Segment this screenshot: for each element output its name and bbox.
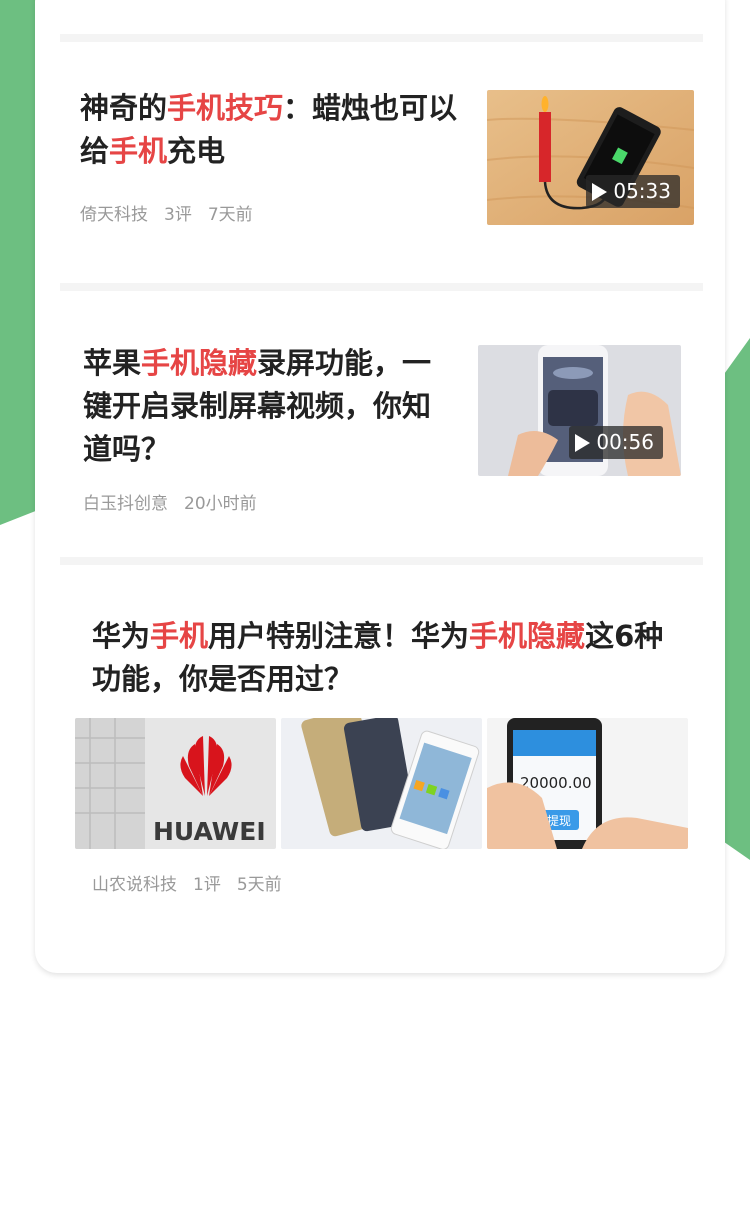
- divider: [60, 557, 703, 565]
- article-meta: 倚天科技 3评 7天前: [80, 200, 269, 225]
- news-feed-card: 神奇的手机技巧：蜡烛也可以给手机充电 倚天科技 3评 7天前 05:33 苹果手…: [35, 0, 725, 973]
- video-duration: 00:56: [596, 430, 654, 454]
- title-text: 神奇的: [80, 91, 168, 125]
- title-keyword-highlight: 手机: [150, 619, 209, 653]
- play-icon: [592, 183, 608, 201]
- article-meta: 山农说科技 1评 5天前: [92, 870, 298, 895]
- article-time: 5天前: [236, 875, 282, 895]
- article-image-3[interactable]: 20000.00 提现: [487, 718, 688, 849]
- article-source: 倚天科技: [80, 205, 148, 225]
- article-title[interactable]: 神奇的手机技巧：蜡烛也可以给手机充电: [80, 87, 460, 173]
- article-title[interactable]: 华为手机用户特别注意！华为手机隐藏这6种功能，你是否用过？: [92, 615, 682, 701]
- article-time: 20小时前: [184, 494, 257, 514]
- article-comments: 3评: [164, 205, 192, 225]
- phones-image: [281, 718, 482, 849]
- article-source: 白玉抖创意: [83, 494, 168, 514]
- huawei-logo-text: HUAWEI: [153, 817, 266, 846]
- play-icon: [575, 434, 591, 452]
- video-thumbnail[interactable]: 05:33: [487, 90, 694, 225]
- video-thumbnail[interactable]: 00:56: [478, 345, 681, 476]
- title-text: 充电: [167, 134, 226, 168]
- article-time: 7天前: [207, 205, 253, 225]
- payment-app-image: 20000.00 提现: [487, 718, 688, 849]
- huawei-building-image: HUAWEI: [75, 718, 276, 849]
- article-image-1[interactable]: HUAWEI: [75, 718, 276, 849]
- video-duration: 05:33: [613, 179, 671, 203]
- article-image-2[interactable]: [281, 718, 482, 849]
- title-text: 华为: [92, 619, 151, 653]
- title-keyword-highlight: 手机技巧: [167, 91, 284, 125]
- background-decoration-left: [0, 0, 40, 525]
- video-duration-badge: 05:33: [586, 175, 680, 208]
- title-keyword-highlight: 手机: [109, 134, 168, 168]
- title-keyword-highlight: 手机隐藏: [141, 346, 258, 380]
- article-comments: 1评: [193, 875, 221, 895]
- withdraw-button-text: 提现: [547, 813, 571, 828]
- divider: [60, 34, 703, 42]
- title-text: 用户特别注意！华为: [208, 619, 470, 653]
- article-source: 山农说科技: [92, 875, 177, 895]
- article-title[interactable]: 苹果手机隐藏录屏功能，一键开启录制屏幕视频，你知道吗？: [83, 342, 458, 471]
- divider: [60, 283, 703, 291]
- title-keyword-highlight: 手机隐藏: [469, 619, 586, 653]
- article-meta: 白玉抖创意 20小时前: [83, 489, 273, 514]
- video-duration-badge: 00:56: [569, 426, 663, 459]
- title-text: 苹果: [83, 346, 142, 380]
